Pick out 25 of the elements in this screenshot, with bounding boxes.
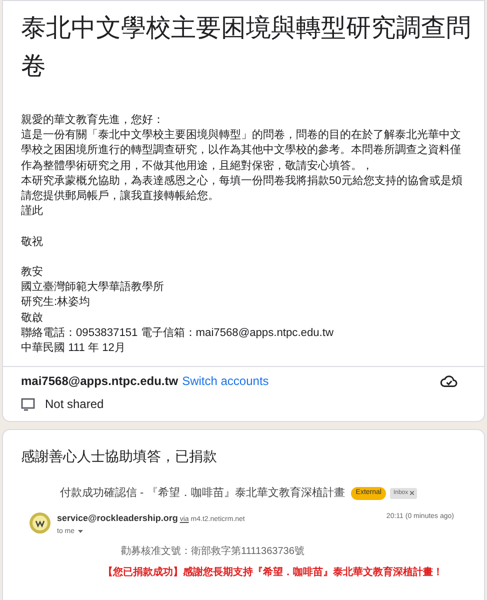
description-text: 敬啟 <box>21 310 44 326</box>
sender-address: service@rockleadership.org <box>57 512 178 525</box>
success-message: 【您已捐款成功】感謝您長期支持『希望．咖啡苗』泰北華文教育深植計畫！ <box>103 565 444 580</box>
close-icon[interactable] <box>410 491 414 496</box>
sender-avatar-icon <box>29 512 51 534</box>
description-text: 中華民國 111 年 12月 <box>21 341 126 356</box>
caret-icon[interactable] <box>78 530 83 534</box>
description-text: 這是一份有關「泰北中文學校主要困境與轉型」的問卷，問卷的目的在於了解泰北光華中文學校之困困境所進行的轉型調查研究，以作為其他中文學校的參考。本問卷所調查之資料僅作為整體學術研究之用，不做其他用途，且絕對保密，敬請安心填答。， <box>21 128 462 174</box>
description-text: 親愛的華文教育先進，您好： <box>21 113 165 128</box>
permit-number-text: 勸募核准文號：衛部救字第1111363736號 <box>120 544 306 559</box>
not-shared-icon <box>21 398 35 411</box>
switch-accounts-link[interactable]: Switch accounts <box>182 372 269 390</box>
description-text: 本研究承蒙概允協助，為表達感恩之心，每填一份問卷我將捐款50元給您支持的協會或是煩請您提供郵局帳戶，讓我直接轉帳給您。 <box>21 174 464 204</box>
form-title: 泰北中文學校主要困境與轉型研究調查問卷 <box>21 13 472 82</box>
description-text: 教安 <box>21 265 44 280</box>
description-text: 研究生:林姿均 <box>21 295 92 310</box>
description-text: 敬祝 <box>21 234 44 250</box>
sharing-status: Not shared <box>45 396 104 414</box>
account-email: mai7568@apps.ntpc.edu.tw <box>21 373 178 390</box>
email-subject: 付款成功確認信 - 『希望．咖啡苗』泰北華文教育深植計畫 <box>60 486 345 502</box>
description-text: 謹此 <box>21 204 44 220</box>
description-text: 國立臺灣師範大學華語教學所 <box>21 280 165 296</box>
description-text: 聯絡電話：0953837151 電子信箱：mai7568@apps.ntpc.edu.tw <box>21 326 334 341</box>
cloud-check-icon <box>440 374 458 388</box>
section-title: 感謝善心人士協助填答，已捐款 <box>20 447 218 466</box>
